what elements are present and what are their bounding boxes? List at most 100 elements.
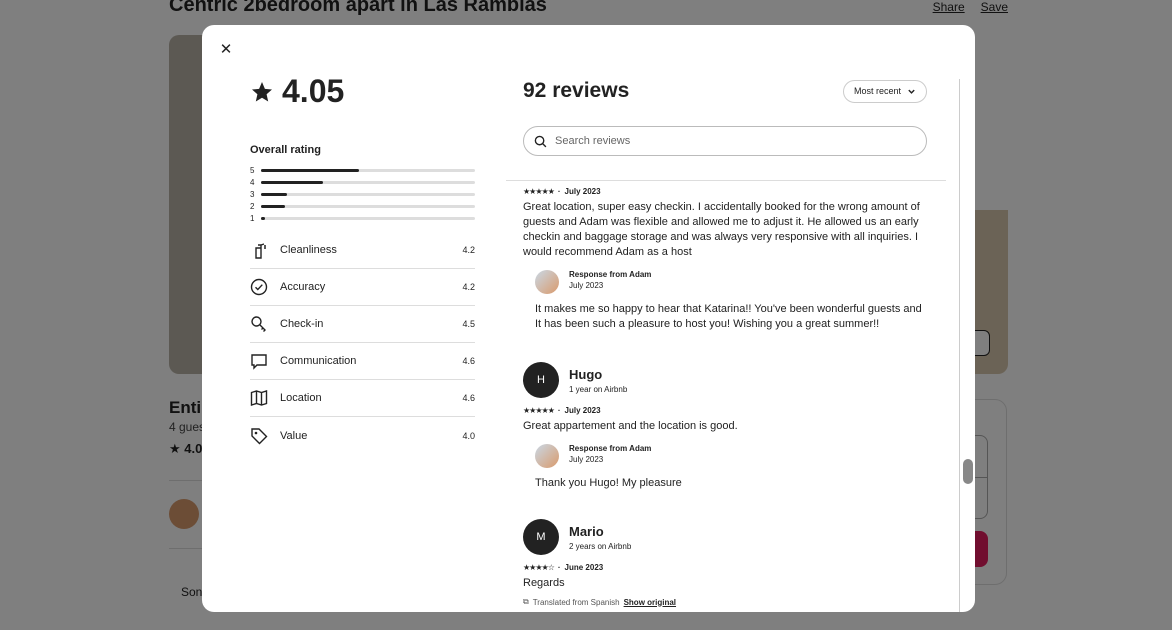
chat-bubble-icon <box>250 351 280 371</box>
reviewer-name: Hugo <box>569 366 603 382</box>
category-communication: Communication 4.6 <box>250 343 475 380</box>
rating-bar-4: 4 <box>250 176 475 188</box>
host-avatar[interactable] <box>535 270 559 294</box>
scrollbar-track[interactable] <box>959 79 960 612</box>
rating-bar-label: 5 <box>250 165 255 175</box>
review-meta: ★★★★★ · July 2023 <box>523 406 927 415</box>
reviewer-tenure: 1 year on Airbnb <box>569 384 628 394</box>
category-label: Value <box>280 429 308 442</box>
rating-bar-fill <box>261 180 324 184</box>
response-text: Thank you Hugo! My pleasure <box>535 477 682 489</box>
rating-bar-track <box>261 192 475 196</box>
category-label: Communication <box>280 355 357 367</box>
response-text: It makes me so happy to hear that Katari… <box>535 303 922 330</box>
reviewer-name: Mario <box>569 523 604 539</box>
rating-bar-label: 1 <box>250 213 255 223</box>
review-item: H Hugo 1 year on Airbnb ★★★★★ · July 202… <box>523 362 927 491</box>
category-accuracy: Accuracy 4.2 <box>250 269 475 306</box>
review-stars: ★★★★★ <box>523 187 555 196</box>
search-icon <box>534 135 547 147</box>
category-value: 4.2 <box>462 245 475 255</box>
map-icon <box>250 388 280 408</box>
review-date: July 2023 <box>564 187 601 196</box>
rating-summary: 4.05 Overall rating 5 4 3 2 1 Cleanliness 4.2… <box>250 73 475 454</box>
tag-icon <box>250 426 280 446</box>
category-value: 4.6 <box>462 393 475 403</box>
review-text: Great appartement and the location is go… <box>523 420 738 432</box>
reviews-modal: ✕ 4.05 Overall rating 54321 Cleanliness 4… <box>202 25 975 612</box>
host-avatar[interactable] <box>535 444 559 468</box>
overall-score: 4.05 <box>250 73 475 110</box>
rating-bar-track <box>261 180 475 184</box>
rating-bar-track <box>261 216 475 220</box>
reviewer-avatar[interactable]: M <box>523 519 559 555</box>
scrollbar-thumb[interactable] <box>963 459 973 484</box>
category-label: Cleanliness <box>280 244 337 256</box>
divider <box>506 180 946 181</box>
spray-bottle-icon <box>250 240 280 260</box>
host-response: Response from Adam July 2023 <box>535 270 927 294</box>
translate-icon: ⧉ <box>523 597 529 606</box>
close-button[interactable]: ✕ <box>218 41 234 58</box>
star-icon <box>252 81 272 101</box>
separator: · <box>557 187 561 196</box>
overall-score-value: 4.05 <box>282 73 345 109</box>
review-text: Regards <box>523 577 565 589</box>
reviews-header: 92 reviews Most recent <box>523 79 927 103</box>
search-reviews-field[interactable] <box>523 126 927 156</box>
category-ratings: Cleanliness 4.2 Accuracy 4.2 Check-in 4.5 Comm… <box>250 232 475 454</box>
response-author: Response from Adam <box>569 270 652 279</box>
close-icon: ✕ <box>219 41 233 58</box>
review-date: July 2023 <box>564 406 601 415</box>
category-value: 4.6 <box>462 356 475 366</box>
reviewer: M Mario 2 years on Airbnb <box>523 519 927 555</box>
category-value: 4.0 <box>462 430 475 441</box>
category-location: Location 4.6 <box>250 380 475 417</box>
rating-bar-label: 2 <box>250 201 255 211</box>
rating-bar-fill <box>261 204 285 208</box>
sort-label: Most recent <box>853 86 901 96</box>
rating-bar-1: 1 <box>250 212 475 224</box>
reviews-count-title: 92 reviews <box>523 79 630 102</box>
check-circle-icon <box>250 277 280 297</box>
category-check-in: Check-in 4.5 <box>250 306 475 343</box>
reviewer-tenure: 2 years on Airbnb <box>569 541 632 551</box>
chevron-down-icon <box>908 89 915 94</box>
category-value: Value 4.0 <box>250 417 475 454</box>
response-date: July 2023 <box>569 455 604 464</box>
response-author: Response from Adam <box>569 444 652 453</box>
key-icon <box>250 314 280 334</box>
rating-bar-label: 3 <box>250 189 255 199</box>
category-label: Check-in <box>280 318 324 330</box>
show-original-link[interactable]: Show original <box>624 598 676 607</box>
rating-bar-2: 2 <box>250 200 475 212</box>
review-meta: ★★★★☆ · June 2023 <box>523 563 927 572</box>
rating-bar-track <box>261 168 475 172</box>
category-label: Location <box>280 392 322 404</box>
review-item: ★★★★★ · July 2023 Great location, super … <box>523 187 927 332</box>
separator: · <box>557 563 561 572</box>
review-meta: ★★★★★ · July 2023 <box>523 187 927 196</box>
reviewer: H Hugo 1 year on Airbnb <box>523 362 927 398</box>
rating-bar-fill <box>261 192 287 196</box>
response-date: July 2023 <box>569 281 604 290</box>
review-text: Great location, super easy checkin. I ac… <box>523 201 920 258</box>
rating-bar-5: 5 <box>250 164 475 176</box>
review-stars: ★★★★☆ <box>523 563 555 572</box>
rating-bar-3: 3 <box>250 188 475 200</box>
separator: · <box>557 406 561 415</box>
rating-distribution: 5 4 3 2 1 <box>250 164 475 224</box>
sort-dropdown[interactable]: Most recent <box>842 79 927 103</box>
review-item: M Mario 2 years on Airbnb ★★★★☆ · June 2… <box>523 519 927 607</box>
search-input[interactable] <box>555 135 916 147</box>
rating-bar-fill <box>261 216 266 220</box>
category-label: Accuracy <box>280 281 326 293</box>
reviewer-avatar[interactable]: H <box>523 362 559 398</box>
overall-rating-label: Overall rating <box>250 144 321 156</box>
host-response: Response from Adam July 2023 <box>535 444 927 468</box>
rating-bar-label: 4 <box>250 177 255 187</box>
translated-from: Translated from Spanish <box>532 597 620 607</box>
category-cleanliness: Cleanliness 4.2 <box>250 232 475 269</box>
translation-note: ⧉ Translated from Spanish Show original <box>523 597 927 607</box>
review-stars: ★★★★★ <box>523 406 555 415</box>
